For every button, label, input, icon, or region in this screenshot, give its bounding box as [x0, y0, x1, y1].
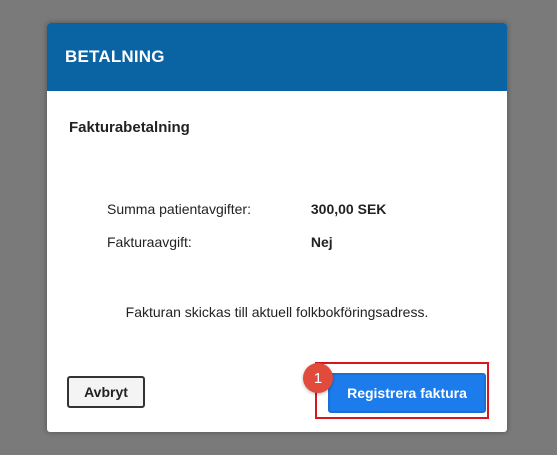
detail-row-invoice-fee: Fakturaavgift: Nej — [107, 234, 333, 250]
invoice-fee-label: Fakturaavgift: — [107, 234, 192, 250]
detail-row-patient-fees: Summa patientavgifter: 300,00 SEK — [107, 201, 386, 217]
patient-fees-value: 300,00 SEK — [310, 201, 387, 217]
address-notice: Fakturan skickas till aktuell folkbokför… — [125, 304, 429, 320]
dialog-title: BETALNING — [65, 47, 165, 66]
dialog-header: BETALNING — [47, 23, 507, 91]
payment-dialog: BETALNING Fakturabetalning Summa patient… — [47, 23, 507, 432]
invoice-fee-value: Nej — [310, 234, 333, 250]
step-badge: 1 — [303, 363, 333, 393]
register-invoice-button[interactable]: Registrera faktura — [328, 373, 486, 413]
cancel-button[interactable]: Avbryt — [67, 376, 145, 408]
section-title: Fakturabetalning — [69, 119, 190, 136]
patient-fees-label: Summa patientavgifter: — [107, 201, 251, 217]
